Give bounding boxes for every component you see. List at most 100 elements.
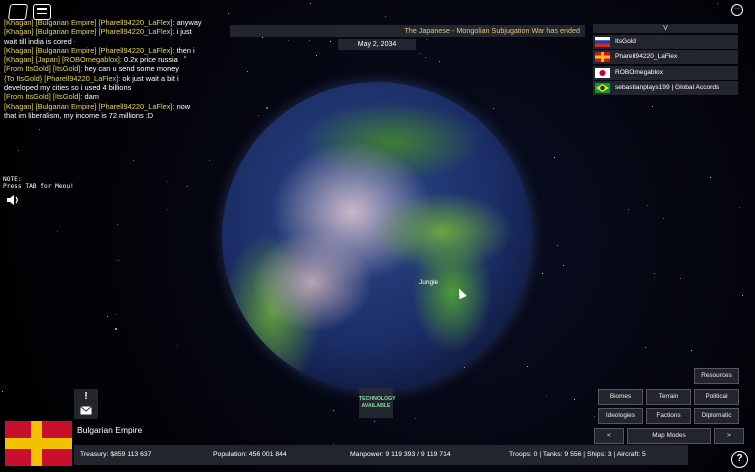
bulgarian-empire-flag-icon bbox=[595, 52, 610, 62]
chat-message: [From ItsGold] [ItsGold]: dam bbox=[4, 92, 230, 101]
chat-segment: that im liberalism, my income is 72 mill… bbox=[4, 110, 154, 120]
star bbox=[493, 108, 494, 109]
player-name: sebastianplays199 | Global Accords bbox=[615, 84, 720, 91]
star bbox=[426, 39, 427, 40]
chat-segment: ok just wait a bit i bbox=[120, 73, 179, 83]
ideologies-button[interactable]: Ideologies bbox=[598, 408, 643, 424]
player-list-toggle[interactable]: V bbox=[593, 24, 738, 33]
chat-message: {To ItsGold} [Pharell94220_LaFlex]: ok j… bbox=[4, 74, 230, 83]
star bbox=[546, 395, 547, 396]
star bbox=[645, 347, 646, 348]
star bbox=[247, 71, 248, 72]
political-button[interactable]: Political bbox=[694, 389, 739, 405]
manpower-stat: Manpower: 9 119 393 / 9 119 714 bbox=[350, 451, 451, 458]
map-mode-next-button[interactable]: > bbox=[714, 428, 744, 444]
help-icon[interactable]: ? bbox=[731, 451, 748, 468]
map-modes-button[interactable]: Map Modes bbox=[627, 428, 711, 444]
chat-segment: [Khagan] [Japan] [ROBOmegablox]: bbox=[4, 55, 122, 65]
biomes-button[interactable]: Biomes bbox=[598, 389, 643, 405]
globe-map[interactable] bbox=[222, 82, 532, 392]
chat-message: developed my cities so i used 4 billions bbox=[4, 83, 230, 92]
star bbox=[415, 418, 416, 419]
note-label: NOTE: bbox=[3, 176, 22, 183]
player-row[interactable]: sebastianplays199 | Global Accords bbox=[593, 81, 738, 95]
russia-flag-icon bbox=[595, 36, 610, 47]
star bbox=[717, 3, 718, 4]
population-stat: Population: 456 001 844 bbox=[213, 451, 287, 458]
star bbox=[594, 416, 595, 417]
more-menu-icon[interactable]: ··· bbox=[731, 4, 743, 16]
tab-menu-note: NOTE: Press TAB for Menu! bbox=[3, 176, 74, 191]
chat-segment: [Khagan] [Bulgarian Empire] [Pharell9422… bbox=[4, 18, 175, 27]
resources-button[interactable]: Resources bbox=[694, 368, 739, 384]
star bbox=[115, 314, 116, 315]
star bbox=[187, 186, 188, 187]
star bbox=[316, 55, 317, 56]
military-stat: Troops: 0 | Tanks: 9 556 | Ships: 3 | Ai… bbox=[509, 451, 646, 458]
envelope-icon bbox=[80, 406, 92, 415]
star bbox=[691, 350, 692, 351]
star bbox=[167, 181, 168, 182]
chat-segment: dam bbox=[82, 92, 99, 102]
star bbox=[39, 129, 40, 130]
star bbox=[262, 37, 263, 38]
tech-label: AVAILABLE bbox=[361, 402, 391, 409]
chat-segment: [Khagan] [Bulgarian Empire] [Pharell9422… bbox=[4, 45, 175, 55]
star bbox=[420, 53, 421, 54]
star bbox=[628, 209, 629, 210]
nation-name: Bulgarian Empire bbox=[77, 425, 143, 435]
star bbox=[115, 328, 117, 330]
nation-flag bbox=[5, 421, 72, 466]
tech-label: TECHNOLOGY bbox=[359, 396, 396, 402]
star bbox=[310, 3, 311, 4]
alert-mail-button[interactable]: ! bbox=[74, 389, 98, 419]
player-row[interactable]: Pharell94220_LaFlex bbox=[593, 50, 738, 64]
star bbox=[425, 57, 426, 58]
japan-flag-icon bbox=[595, 67, 610, 78]
star bbox=[742, 295, 743, 296]
chat-segment: developed my cities so i used 4 billions bbox=[4, 83, 132, 93]
technology-available-button[interactable]: TECHNOLOGY AVAILABLE bbox=[359, 388, 396, 418]
star bbox=[167, 209, 168, 210]
player-row[interactable]: ItsGold bbox=[593, 34, 738, 49]
brazil-flag-icon bbox=[595, 83, 610, 93]
chat-segment: wait till india is cored bbox=[4, 36, 72, 46]
factions-button[interactable]: Factions bbox=[646, 408, 691, 424]
chat-message: [Khagan] [Bulgarian Empire] [Pharell9422… bbox=[4, 27, 230, 36]
star bbox=[266, 107, 268, 109]
speaker-icon[interactable] bbox=[6, 194, 20, 206]
treasury-stat: Treasury: $859 113 637 bbox=[80, 451, 152, 458]
player-name: ItsGold bbox=[615, 37, 636, 45]
star bbox=[209, 160, 210, 161]
terrain-button[interactable]: Terrain bbox=[646, 389, 691, 405]
star bbox=[2, 391, 3, 392]
chat-log: [Khagan] [Bulgarian Empire] [Pharell9422… bbox=[4, 18, 230, 120]
star bbox=[680, 278, 681, 279]
diplomatic-button[interactable]: Diplomatic bbox=[694, 408, 739, 424]
star bbox=[647, 205, 648, 206]
game-date: May 2, 2034 bbox=[338, 39, 416, 50]
chat-segment: anyway bbox=[174, 18, 202, 27]
chat-message: [From ItsGold] [ItsGold]: hey can u send… bbox=[4, 64, 230, 73]
chat-message: [Khagan] [Bulgarian Empire] [Pharell9422… bbox=[4, 46, 230, 55]
star bbox=[439, 61, 440, 62]
star bbox=[385, 16, 386, 17]
player-row[interactable]: ROBOmegablox bbox=[593, 65, 738, 80]
chat-segment: hey can u send some money bbox=[82, 64, 180, 74]
chat-message: [Khagan] [Bulgarian Empire] [Pharell9422… bbox=[4, 102, 230, 111]
chat-segment: [From ItsGold] [ItsGold]: bbox=[4, 64, 83, 74]
star bbox=[117, 224, 118, 225]
star bbox=[228, 13, 229, 14]
star bbox=[563, 265, 564, 266]
star bbox=[330, 41, 331, 42]
player-name: ROBOmegablox bbox=[615, 68, 664, 76]
star bbox=[177, 345, 178, 346]
map-mode-prev-button[interactable]: < bbox=[594, 428, 624, 444]
star bbox=[663, 218, 664, 219]
chat-segment: [From ItsGold] [ItsGold]: bbox=[4, 92, 83, 102]
star bbox=[574, 399, 575, 400]
star bbox=[557, 245, 558, 246]
player-list: V ItsGold Pharell94220_LaFlex ROBOmegabl… bbox=[593, 24, 738, 95]
stats-bar: Treasury: $859 113 637 Population: 456 0… bbox=[74, 445, 688, 465]
star bbox=[57, 231, 58, 232]
